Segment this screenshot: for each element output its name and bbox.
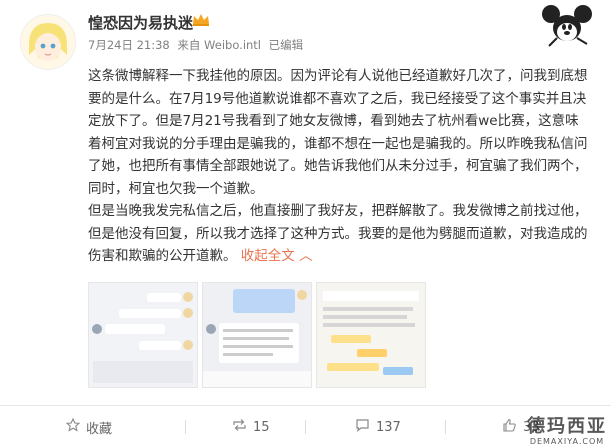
repost-count: 15 bbox=[253, 419, 270, 435]
weibo-post-card: 惶恐因为易执迷 7月24日 21:38 来自 Weibo.intl 已编辑 这条… bbox=[0, 0, 611, 448]
post-paragraph-1: 这条微博解释一下我挂他的原因。因为评论有人说他已经道歉好几次了，问我到底想要的是… bbox=[88, 68, 588, 197]
post-meta: 7月24日 21:38 来自 Weibo.intl 已编辑 bbox=[88, 37, 307, 53]
post-paragraph-2: 但是当晚我发完私信之后，他直接删了我好友，把群解散了。我发微博之前找过他，但是他… bbox=[88, 200, 588, 268]
author-name[interactable]: 惶恐因为易执迷 bbox=[88, 12, 193, 33]
comment-count: 137 bbox=[376, 419, 401, 435]
repost-icon bbox=[232, 418, 247, 436]
site-watermark: 德玛西亚 DEMAXIYA.COM bbox=[527, 416, 607, 447]
edited-label[interactable]: 已编辑 bbox=[269, 38, 304, 52]
post-paragraph-2-text: 但是当晚我发完私信之后，他直接删了我好友，把群解散了。我发微博之前找过他，但是他… bbox=[88, 203, 588, 264]
collapse-link[interactable]: 收起全文 ︿ bbox=[241, 248, 313, 264]
chat-screenshot-thumbnail[interactable] bbox=[316, 282, 426, 388]
star-icon bbox=[65, 417, 81, 436]
author-avatar[interactable] bbox=[20, 14, 76, 70]
chevron-up-icon: ︿ bbox=[294, 248, 313, 264]
post-source: 来自 Weibo.intl bbox=[177, 38, 262, 52]
favorite-button[interactable]: 收藏 bbox=[65, 406, 113, 448]
crown-icon[interactable] bbox=[192, 13, 210, 31]
action-separator bbox=[305, 420, 306, 434]
watermark-sub: DEMAXIYA.COM bbox=[529, 437, 605, 446]
action-bar: 收藏 15 137 33 bbox=[0, 406, 611, 448]
chat-screenshot-thumbnail[interactable] bbox=[202, 282, 312, 388]
mickey-mascot-image bbox=[537, 2, 599, 50]
thumbs-up-icon bbox=[502, 418, 517, 436]
action-separator bbox=[445, 420, 446, 434]
post-date[interactable]: 7月24日 21:38 bbox=[88, 38, 170, 52]
collapse-label: 收起全文 bbox=[240, 248, 295, 264]
repost-button[interactable]: 15 bbox=[232, 406, 270, 448]
comment-icon bbox=[355, 418, 370, 436]
chat-screenshot-thumbnail[interactable] bbox=[88, 282, 198, 388]
action-separator bbox=[185, 420, 186, 434]
favorite-label: 收藏 bbox=[86, 421, 113, 437]
post-content: 这条微博解释一下我挂他的原因。因为评论有人说他已经道歉好几次了，问我到底想要的是… bbox=[88, 65, 588, 268]
watermark-main: 德玛西亚 bbox=[527, 416, 607, 437]
comment-button[interactable]: 137 bbox=[355, 406, 401, 448]
